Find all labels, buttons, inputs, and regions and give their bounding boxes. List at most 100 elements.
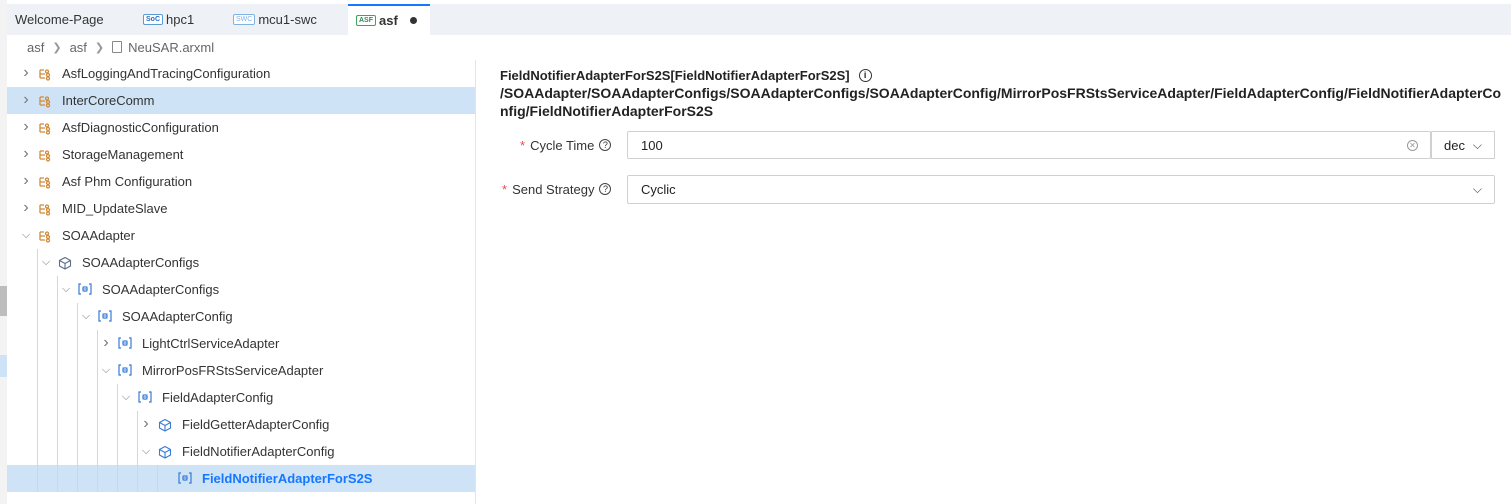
tree-item[interactable]: › LightCtrlServiceAdapter (7, 330, 475, 357)
left-edge-scroll-thumb[interactable] (0, 286, 7, 316)
tree-indent-guide (37, 249, 38, 276)
container-icon (178, 472, 192, 486)
tree-indent-guide (97, 330, 98, 357)
chevron-right-icon[interactable]: › (101, 334, 111, 351)
tree-item[interactable]: › FieldGetterAdapterConfig (7, 411, 475, 438)
tree-item-label: AsfLoggingAndTracingConfiguration (62, 66, 271, 81)
chevron-down-icon: ⌵ (1472, 137, 1482, 152)
breadcrumb: asf ❯ asf ❯ NeuSAR.arxml (27, 38, 214, 56)
module-icon (38, 67, 52, 81)
tree-item[interactable]: › InterCoreComm (7, 87, 475, 114)
unit-value: dec (1444, 137, 1465, 153)
chevron-right-icon[interactable]: › (21, 145, 31, 162)
clear-icon[interactable]: ✕ (1407, 139, 1418, 151)
tree-item[interactable]: › AsfDiagnosticConfiguration (7, 114, 475, 141)
tree-item[interactable]: FieldNotifierAdapterForS2S (7, 465, 475, 492)
cycle-time-value: 100 (641, 137, 663, 153)
tree-item[interactable]: › AsfLoggingAndTracingConfiguration (7, 60, 475, 87)
breadcrumb-file[interactable]: NeuSAR.arxml (128, 40, 214, 55)
tree-item[interactable]: › StorageManagement (7, 141, 475, 168)
chevron-right-icon[interactable]: › (21, 91, 31, 108)
cycle-time-unit-select[interactable]: dec ⌵ (1431, 131, 1495, 159)
tree-item[interactable]: ⌵ SOAAdapterConfig (7, 303, 475, 330)
tree-indent-guide (97, 438, 98, 465)
tree-indent-guide (137, 465, 138, 492)
swc-icon: SWC (233, 14, 256, 25)
tree-indent-guide (77, 411, 78, 438)
tree-indent-guide (77, 465, 78, 492)
tree-indent-guide (37, 276, 38, 303)
tab-hpc1[interactable]: SoC hpc1 (143, 4, 228, 35)
tab-mcu1-swc[interactable]: SWC mcu1-swc (233, 4, 348, 35)
tree-item[interactable]: ⌵ SOAAdapterConfigs (7, 276, 475, 303)
chevron-down-icon[interactable]: ⌵ (41, 256, 51, 268)
tree-item[interactable]: ⌵ FieldNotifierAdapterConfig (7, 438, 475, 465)
tree-indent-guide (77, 330, 78, 357)
cube-icon (158, 445, 172, 459)
tab-label: asf (379, 13, 398, 28)
config-tree: › AsfLoggingAndTracingConfiguration › Inter… (7, 60, 476, 504)
tree-indent-guide (37, 357, 38, 384)
tab-label: mcu1-swc (258, 12, 317, 27)
cube-icon (158, 418, 172, 432)
chevron-down-icon: ⌵ (1472, 182, 1482, 196)
help-icon[interactable]: ? (599, 183, 612, 195)
element-path: /SOAAdapter/SOAAdapterConfigs/SOAAdapter… (500, 85, 1502, 119)
chevron-down-icon[interactable]: ⌵ (61, 283, 71, 295)
tree-item[interactable]: ⌵ FieldAdapterConfig (7, 384, 475, 411)
unsaved-dot-icon[interactable] (409, 17, 417, 24)
chevron-right-icon[interactable]: › (141, 415, 151, 432)
tree-indent-guide (37, 384, 38, 411)
tree-indent-guide (57, 357, 58, 384)
breadcrumb-item[interactable]: asf (27, 40, 44, 55)
tree-indent-guide (57, 303, 58, 330)
breadcrumb-item[interactable]: asf (70, 40, 87, 55)
cycle-time-input[interactable]: 100 ✕ (627, 131, 1431, 159)
chevron-down-icon[interactable]: ⌵ (121, 391, 131, 403)
chevron-right-icon: ❯ (94, 41, 105, 54)
tree-item[interactable]: › Asf Phm Configuration (7, 168, 475, 195)
module-icon (38, 229, 52, 243)
left-edge-strip (0, 0, 7, 504)
soc-icon: SoC (143, 14, 163, 25)
tree-item[interactable]: ⌵ SOAAdapterConfigs (7, 249, 475, 276)
container-icon (138, 391, 152, 405)
chevron-down-icon[interactable]: ⌵ (21, 229, 31, 241)
tree-indent-guide (57, 384, 58, 411)
cube-icon (58, 256, 72, 270)
tab-asf[interactable]: ASF asf (348, 4, 430, 35)
tree-indent-guide (157, 465, 158, 492)
container-icon (78, 283, 92, 297)
help-icon[interactable]: ? (599, 139, 612, 151)
tree-item-label: SOAAdapterConfigs (102, 282, 220, 297)
tree-indent-guide (37, 438, 38, 465)
tree-indent-guide (77, 357, 78, 384)
required-asterisk: * (520, 137, 526, 153)
cycle-time-label: * Cycle Time ? (520, 137, 612, 153)
tree-item[interactable]: ⌵ MirrorPosFRStsServiceAdapter (7, 357, 475, 384)
tab-welcome-page[interactable]: Welcome-Page (15, 4, 135, 35)
send-strategy-select[interactable]: Cyclic ⌵ (627, 175, 1495, 204)
container-icon (118, 337, 132, 351)
tree-indent-guide (117, 384, 118, 411)
tree-item[interactable]: ⌵ SOAAdapter (7, 222, 475, 249)
tree-item[interactable]: › MID_UpdateSlave (7, 195, 475, 222)
info-icon[interactable]: i (858, 68, 872, 82)
chevron-right-icon[interactable]: › (21, 172, 31, 189)
chevron-down-icon[interactable]: ⌵ (101, 364, 111, 376)
chevron-right-icon[interactable]: › (21, 199, 31, 216)
panel-title-text: FieldNotifierAdapterForS2S[FieldNotifier… (500, 67, 850, 83)
tree-indent-guide (57, 330, 58, 357)
chevron-down-icon[interactable]: ⌵ (81, 310, 91, 322)
tree-indent-guide (37, 411, 38, 438)
tree-indent-guide (117, 465, 118, 492)
tree-indent-guide (137, 438, 138, 465)
chevron-right-icon[interactable]: › (21, 118, 31, 135)
tree-item-label: Asf Phm Configuration (62, 174, 193, 189)
tree-indent-guide (77, 303, 78, 330)
chevron-down-icon[interactable]: ⌵ (141, 445, 151, 457)
chevron-right-icon[interactable]: › (21, 64, 31, 81)
tree-indent-guide (97, 465, 98, 492)
left-edge-highlight (0, 355, 7, 377)
module-icon (38, 94, 52, 108)
